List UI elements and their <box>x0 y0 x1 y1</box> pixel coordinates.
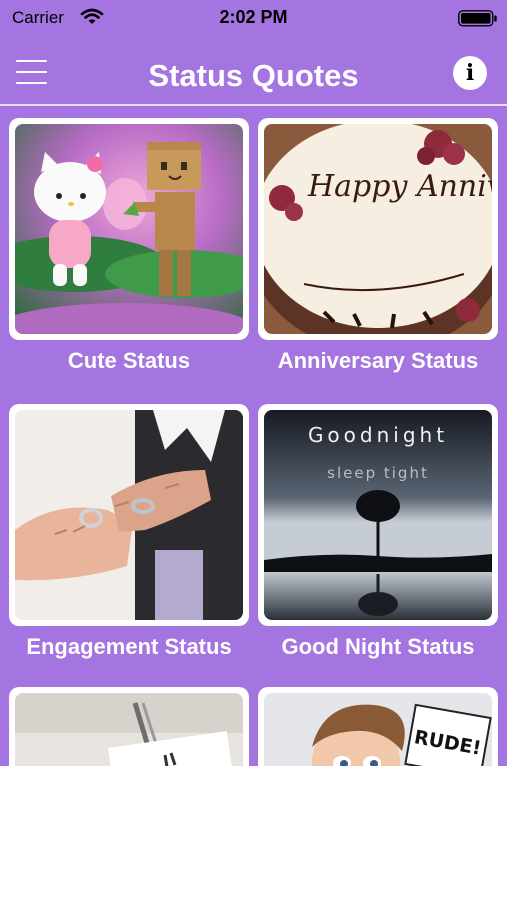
good-night-image-title: Goodnight <box>308 423 448 447</box>
good-night-image-subtitle: sleep tight <box>327 464 429 482</box>
good-night-status-image: Goodnight sleep tight <box>264 410 492 620</box>
category-image: RUDE! <box>264 693 492 766</box>
cute-status-image <box>15 124 243 334</box>
category-image <box>15 693 243 766</box>
category-thumbnail[interactable]: RUDE! <box>258 687 498 766</box>
category-label[interactable]: Engagement Status <box>3 634 255 660</box>
battery-icon <box>458 10 497 27</box>
engagement-status-image <box>15 410 243 620</box>
app-screen: Carrier 2:02 PM Status Quotes i Cute Sta… <box>0 0 507 766</box>
category-thumbnail[interactable]: Happy Anniversary <box>258 118 498 340</box>
category-thumbnail[interactable] <box>9 118 249 340</box>
category-thumbnail[interactable]: Goodnight sleep tight <box>258 404 498 626</box>
category-label[interactable]: Anniversary Status <box>252 348 504 374</box>
category-thumbnail[interactable] <box>9 404 249 626</box>
info-icon[interactable]: i <box>453 56 487 90</box>
menu-button[interactable] <box>16 57 48 89</box>
status-bar: Carrier 2:02 PM <box>0 0 507 36</box>
category-label[interactable]: Good Night Status <box>252 634 504 660</box>
category-thumbnail[interactable] <box>9 687 249 766</box>
category-label[interactable]: Cute Status <box>3 348 255 374</box>
clock: 2:02 PM <box>219 7 288 27</box>
anniversary-status-image: Happy Anniversary <box>264 124 492 334</box>
nav-divider <box>0 104 507 106</box>
navigation-bar: Status Quotes i <box>0 40 507 106</box>
anniversary-image-text: Happy Anniversary <box>307 169 492 204</box>
page-title: Status Quotes <box>148 58 359 93</box>
